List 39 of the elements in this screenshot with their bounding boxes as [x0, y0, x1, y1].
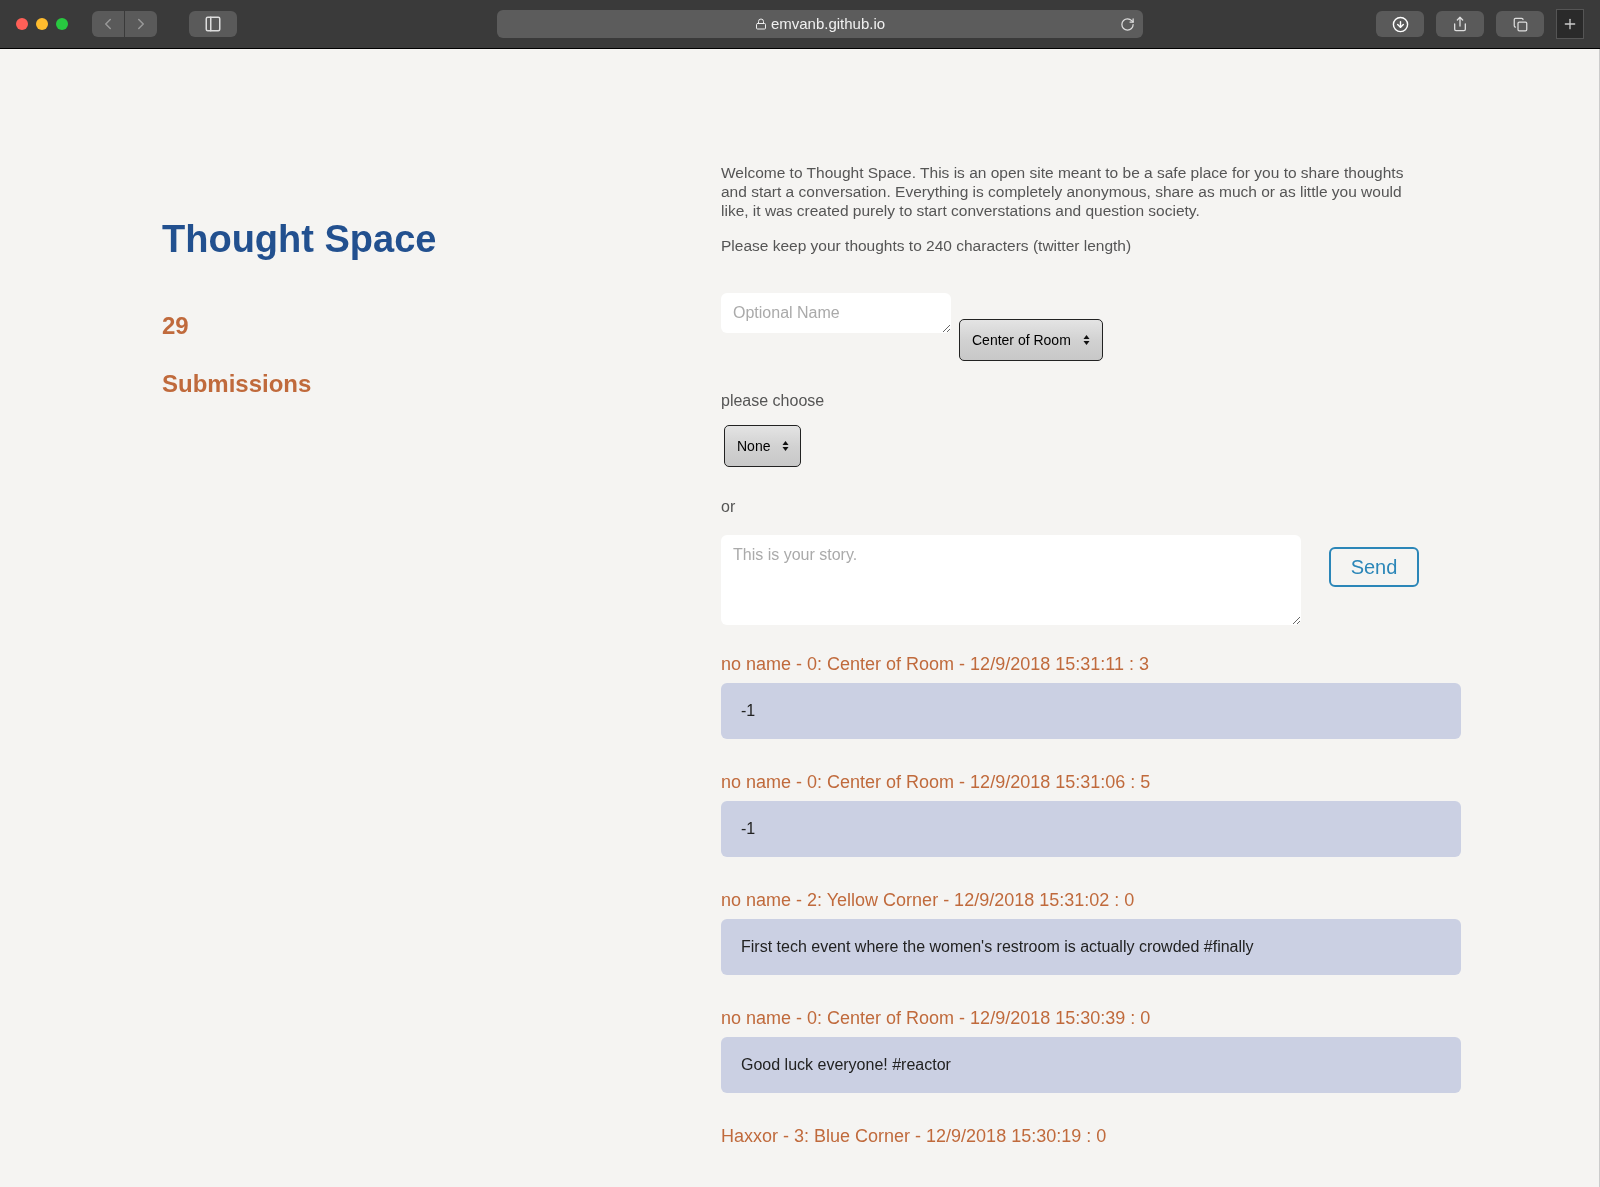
- post-card: First tech event where the women's restroom is actually crowded #finally: [721, 919, 1461, 975]
- post-header: no name - 0: Center of Room - 12/9/2018 15:31:11 : 3: [721, 653, 1150, 675]
- post-header: no name - 2: Yellow Corner - 12/9/2018 15:31:02 : 0: [721, 889, 1136, 911]
- close-window-icon[interactable]: [16, 18, 28, 30]
- updown-arrows-icon: [782, 440, 790, 452]
- name-field[interactable]: Optional Name: [721, 293, 951, 333]
- story-field[interactable]: This is your story.: [721, 535, 1301, 625]
- download-icon: [1391, 15, 1409, 33]
- or-label: or: [721, 497, 737, 517]
- download-button[interactable]: [1376, 11, 1424, 37]
- share-icon: [1452, 16, 1468, 32]
- maximize-window-icon[interactable]: [56, 18, 68, 30]
- plus-icon: [1562, 16, 1578, 32]
- submissions-label: Submissions: [162, 369, 313, 399]
- lock-icon: [754, 18, 767, 30]
- post-header: no name - 0: Center of Room - 12/9/2018 15:31:06 : 5: [721, 771, 1152, 793]
- post-header: Haxxor - 3: Blue Corner - 12/9/2018 15:30:19 : 0: [721, 1125, 1108, 1147]
- intro-paragraph: Please keep your thoughts to 240 characters (twitter length): [721, 236, 1133, 255]
- post-card: -1: [721, 801, 1461, 857]
- updown-arrows-icon: [1083, 334, 1090, 346]
- reload-icon[interactable]: [1120, 16, 1135, 32]
- choose-label: please choose: [721, 391, 826, 411]
- post-header: no name - 0: Center of Room - 12/9/2018 15:30:39 : 0: [721, 1007, 1152, 1029]
- location-dropdown[interactable]: Center of Room: [959, 319, 1103, 361]
- tabs-icon: [1512, 16, 1528, 32]
- post-card: -1: [721, 683, 1461, 739]
- new-tab-button[interactable]: [1556, 9, 1584, 39]
- sidebar-icon: [204, 15, 222, 33]
- address-bar[interactable]: emvanb.github.io: [497, 10, 1143, 38]
- choice-dropdown[interactable]: None: [724, 425, 801, 467]
- tabs-button[interactable]: [1496, 11, 1544, 37]
- send-button[interactable]: Send: [1329, 547, 1419, 587]
- post-card: Good luck everyone! #reactor: [721, 1037, 1461, 1093]
- share-button[interactable]: [1436, 11, 1484, 37]
- intro-paragraph: Welcome to Thought Space. This is an open site meant to be a safe place for you to share thoughts and start a conversation. Everything is completely anonymous, share as much or as little you would like, it was created purely to start converstations and question society.: [721, 163, 1405, 220]
- sidebar-button[interactable]: [189, 11, 237, 37]
- site-title: Thought Space: [162, 217, 438, 262]
- submission-count: 29: [162, 311, 190, 341]
- minimize-window-icon[interactable]: [36, 18, 48, 30]
